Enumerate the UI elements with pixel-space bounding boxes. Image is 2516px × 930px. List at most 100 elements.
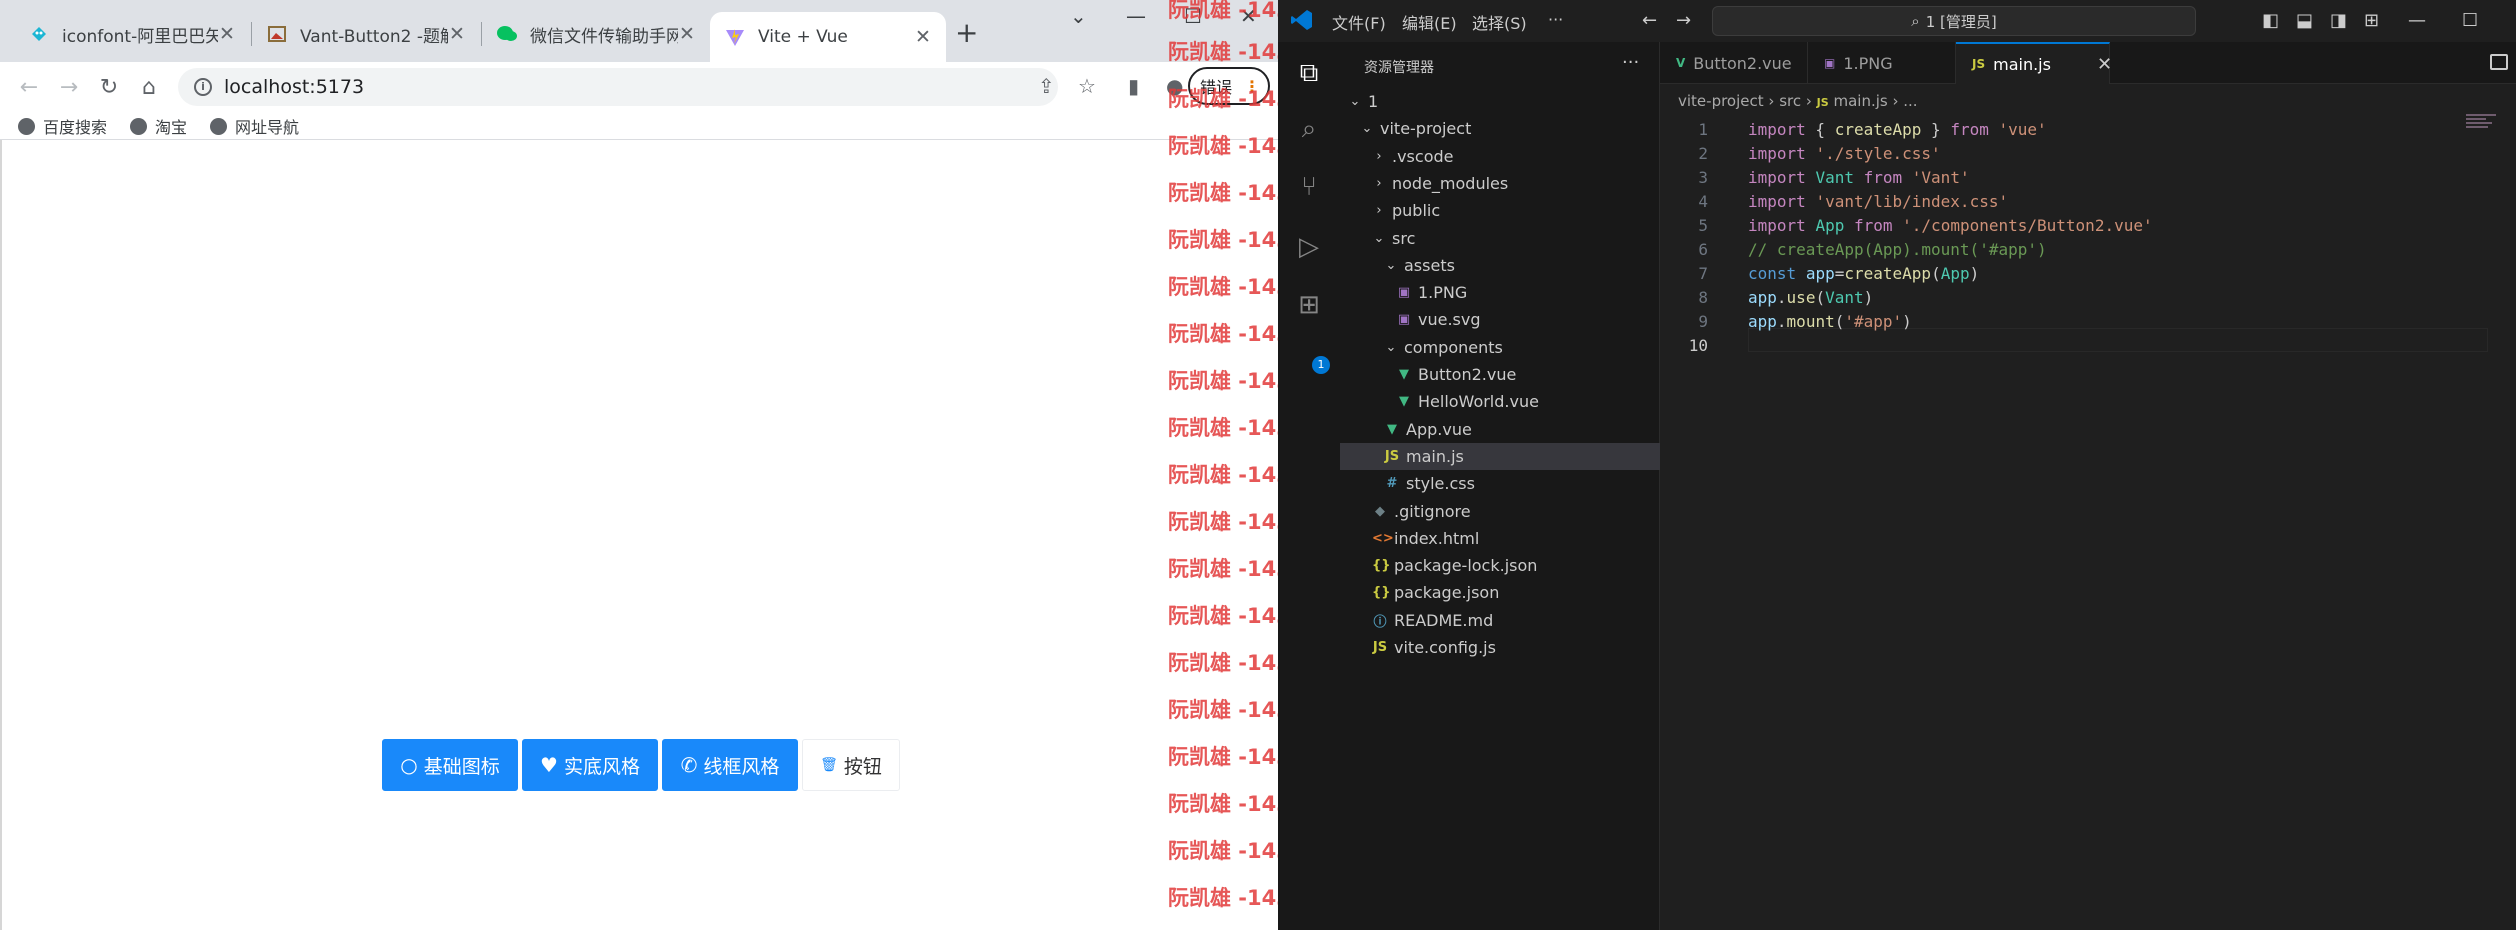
breadcrumb-item[interactable]: main.js xyxy=(1833,92,1887,110)
explorer-icon[interactable]: ⧉ xyxy=(1294,58,1324,88)
line-number: 10 xyxy=(1688,336,1708,355)
bookmark-nav[interactable]: 网址导航 xyxy=(210,114,299,138)
search-icon[interactable]: ⌕ xyxy=(1294,114,1324,144)
editor-tabs: V Button2.vue ▣ 1.PNG JS main.js ✕ xyxy=(1660,42,2516,84)
bookmark-baidu[interactable]: 百度搜索 xyxy=(18,114,107,138)
json-file-icon: {} xyxy=(1372,558,1391,574)
home-icon[interactable]: ⌂ xyxy=(134,72,164,102)
toggle-panel-icon[interactable]: ⬓ xyxy=(2296,10,2313,31)
tree-item[interactable]: › public xyxy=(1340,197,1660,224)
close-tab-icon[interactable]: ✕ xyxy=(914,26,932,48)
basic-icon-button[interactable]: ○ 基础图标 xyxy=(382,739,518,791)
close-tab-icon[interactable]: ✕ xyxy=(218,23,236,45)
chevron-right-icon[interactable]: › xyxy=(1372,149,1386,164)
page-viewport: ○ 基础图标 ♥ 实底风格 ✆ 线框风格 🗑 按钮 xyxy=(0,140,1278,930)
bookmark-taobao[interactable]: 淘宝 xyxy=(130,114,187,138)
tree-item-label: package.json xyxy=(1394,583,1500,603)
close-tab-icon[interactable]: ✕ xyxy=(448,23,466,45)
menu-edit[interactable]: 编辑(E) xyxy=(1402,10,1457,34)
tree-item[interactable]: ⓘ README.md xyxy=(1340,607,1660,634)
profile-icon[interactable]: ● xyxy=(1166,74,1183,98)
close-tab-icon[interactable]: ✕ xyxy=(678,23,696,45)
error-button[interactable]: 错误 ⋮ xyxy=(1188,67,1270,105)
more-actions-icon[interactable]: ··· xyxy=(1622,52,1639,73)
side-panel-icon[interactable]: ▮ xyxy=(1128,74,1139,98)
maximize-icon[interactable]: ☐ xyxy=(2462,10,2478,31)
breadcrumb-item[interactable]: vite-project xyxy=(1678,92,1764,110)
toggle-sidebar-icon[interactable]: ◧ xyxy=(2262,10,2279,31)
tree-item[interactable]: › node_modules xyxy=(1340,170,1660,197)
breadcrumb-item[interactable]: src xyxy=(1779,92,1801,110)
browser-tab-vite[interactable]: Vite + Vue ✕ xyxy=(710,12,946,62)
maximize-icon[interactable]: ☐ xyxy=(1184,4,1202,28)
tree-item[interactable]: ▣ 1.PNG xyxy=(1340,279,1660,306)
tree-item[interactable]: ◆ .gitignore xyxy=(1340,498,1660,525)
chevron-down-icon[interactable]: ⌄ xyxy=(1070,4,1087,28)
tab-main-js[interactable]: JS main.js ✕ xyxy=(1956,42,2112,84)
tab-1-png[interactable]: ▣ 1.PNG xyxy=(1808,42,1956,84)
tree-item[interactable]: ⌄ assets xyxy=(1340,252,1660,279)
chevron-right-icon[interactable]: › xyxy=(1372,176,1386,191)
source-control-icon[interactable]: ⑂ xyxy=(1294,172,1324,202)
code-line: app.use(Vant) xyxy=(1748,288,1874,307)
browser-tab-wechat[interactable]: 微信文件传输助手网页 ✕ xyxy=(482,14,710,54)
tree-item[interactable]: # style.css xyxy=(1340,470,1660,497)
minimize-icon[interactable]: — xyxy=(1126,4,1146,28)
plain-button[interactable]: 🗑 按钮 xyxy=(802,739,900,791)
address-bar[interactable]: i localhost:5173 xyxy=(178,68,1058,106)
toggle-secondary-sidebar-icon[interactable]: ◨ xyxy=(2330,10,2347,31)
tree-item[interactable]: JS vite.config.js xyxy=(1340,634,1660,661)
share-icon[interactable]: ⇪ xyxy=(1038,74,1055,98)
tree-item[interactable]: ▼ Button2.vue xyxy=(1340,361,1660,388)
tab-button2-vue[interactable]: V Button2.vue xyxy=(1660,42,1808,84)
chevron-down-icon[interactable]: ⌄ xyxy=(1348,94,1362,109)
breadcrumb-item[interactable]: ... xyxy=(1903,92,1917,110)
reload-icon[interactable]: ↻ xyxy=(94,72,124,102)
tree-item[interactable]: {} package.json xyxy=(1340,579,1660,606)
iconfont-favicon-icon xyxy=(28,23,50,45)
code-editor[interactable]: 1 import { createApp } from 'vue' 2 import … xyxy=(1660,112,2516,930)
tree-item[interactable]: <> index.html xyxy=(1340,525,1660,552)
close-window-icon[interactable]: ✕ xyxy=(1240,4,1257,28)
tree-item[interactable]: ⌄ components xyxy=(1340,334,1660,361)
tree-item[interactable]: › .vscode xyxy=(1340,143,1660,170)
tree-item-label: public xyxy=(1392,201,1441,221)
command-center-search[interactable]: ⌕ 1 [管理员] xyxy=(1712,6,2196,36)
chevron-right-icon[interactable]: › xyxy=(1372,203,1386,218)
minimap[interactable] xyxy=(2466,114,2506,134)
tree-item[interactable]: ⌄ src xyxy=(1340,225,1660,252)
menu-selection[interactable]: 选择(S) xyxy=(1472,10,1527,34)
forward-icon[interactable]: → xyxy=(54,72,84,102)
chevron-down-icon[interactable]: ⌄ xyxy=(1384,258,1398,273)
tree-item[interactable]: JS main.js xyxy=(1340,442,1660,470)
run-debug-icon[interactable]: ▷ xyxy=(1294,232,1324,262)
chevron-down-icon[interactable]: ⌄ xyxy=(1372,231,1386,246)
site-info-icon[interactable]: i xyxy=(194,78,212,96)
nav-back-icon[interactable]: ← xyxy=(1642,10,1657,31)
chevron-down-icon[interactable]: ⌄ xyxy=(1360,121,1374,136)
tree-item[interactable]: ⌄ 1 xyxy=(1340,88,1660,115)
menu-file[interactable]: 文件(F) xyxy=(1332,10,1386,34)
tree-item[interactable]: ▼ HelloWorld.vue xyxy=(1340,388,1660,415)
browser-tab-vant[interactable]: Vant-Button2 -题解 ✕ xyxy=(252,14,480,54)
tree-item[interactable]: ⌄ vite-project xyxy=(1340,115,1660,142)
chevron-down-icon[interactable]: ⌄ xyxy=(1384,340,1398,355)
new-tab-icon[interactable]: + xyxy=(955,16,978,49)
tree-item[interactable]: ▣ vue.svg xyxy=(1340,306,1660,333)
back-icon[interactable]: ← xyxy=(14,72,44,102)
outline-style-button[interactable]: ✆ 线框风格 xyxy=(662,739,798,791)
nav-forward-icon[interactable]: → xyxy=(1676,10,1691,31)
close-tab-icon[interactable]: ✕ xyxy=(2097,54,2112,75)
minimize-icon[interactable]: — xyxy=(2408,10,2426,31)
split-editor-icon[interactable] xyxy=(2490,54,2508,70)
line-number: 7 xyxy=(1698,264,1708,283)
menu-more[interactable]: ··· xyxy=(1548,10,1563,29)
more-menu-icon[interactable]: ⋮ xyxy=(1244,77,1260,96)
customize-layout-icon[interactable]: ⊞ xyxy=(2364,10,2379,31)
browser-tab-iconfont[interactable]: iconfont-阿里巴巴矢量 ✕ xyxy=(14,14,250,54)
tree-item[interactable]: ▼ App.vue xyxy=(1340,416,1660,443)
solid-style-button[interactable]: ♥ 实底风格 xyxy=(522,739,658,791)
extensions-icon[interactable]: ⊞ xyxy=(1294,290,1324,320)
tree-item[interactable]: {} package-lock.json xyxy=(1340,552,1660,579)
bookmark-star-icon[interactable]: ☆ xyxy=(1078,74,1096,98)
